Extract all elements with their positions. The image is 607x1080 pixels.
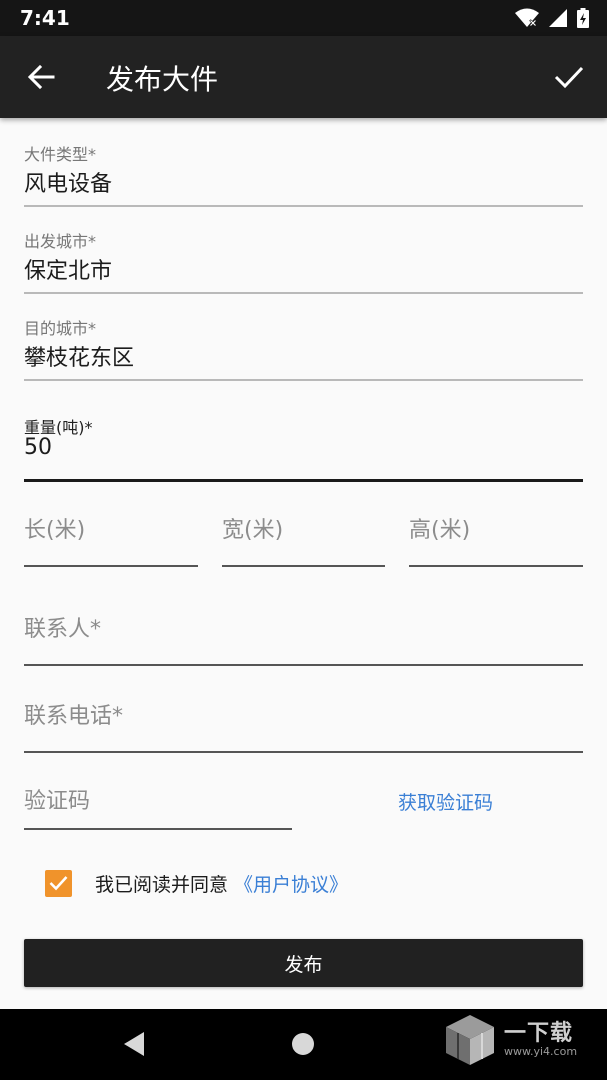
weight-input[interactable]: 重量(吨)* 50 [24, 413, 583, 483]
navigation-bar: 一下载 www.yi4.com [0, 1009, 607, 1080]
length-input[interactable]: 长(米) [24, 512, 85, 544]
origin-city-label: 出发城市* [24, 232, 97, 251]
watermark-url: www.yi4.com [504, 1045, 578, 1058]
length-underline [24, 565, 198, 567]
watermark-title: 一下载 [504, 1021, 574, 1046]
status-time: 7:41 [20, 6, 70, 30]
agreement-checkbox[interactable] [45, 869, 72, 897]
agreement-text: 我已阅读并同意 [95, 873, 229, 896]
status-bar: 7:41 [0, 0, 607, 36]
height-input[interactable]: 高(米) [409, 512, 470, 544]
cargo-type-underline [24, 205, 583, 207]
user-agreement-link[interactable]: 《用户协议》 [234, 870, 348, 897]
watermark-cube-icon [446, 1015, 494, 1065]
contact-phone-input[interactable]: 联系电话* [24, 698, 123, 730]
destination-city-label: 目的城市* [24, 319, 97, 338]
get-code-button[interactable]: 获取验证码 [398, 788, 493, 815]
contact-person-input[interactable]: 联系人* [24, 611, 101, 643]
verification-code-input[interactable]: 验证码 [24, 783, 90, 815]
weight-value: 50 [24, 435, 52, 460]
status-icons [515, 7, 589, 29]
publish-button[interactable]: 发布 [24, 939, 583, 987]
cargo-type-value: 风电设备 [24, 172, 113, 197]
checkmark-icon [49, 876, 68, 891]
destination-city-field[interactable]: 目的城市* 攀枝花东区 [24, 314, 583, 382]
destination-city-underline [24, 379, 583, 381]
destination-city-value: 攀枝花东区 [24, 346, 135, 371]
origin-city-underline [24, 292, 583, 294]
wifi-icon [515, 8, 539, 27]
cargo-type-field[interactable]: 大件类型* 风电设备 [24, 140, 583, 208]
contact-phone-underline [24, 751, 583, 753]
weight-underline [24, 479, 583, 482]
battery-charging-icon [577, 8, 589, 28]
height-underline [409, 565, 583, 567]
origin-city-value: 保定北市 [24, 259, 113, 284]
origin-city-field[interactable]: 出发城市* 保定北市 [24, 227, 583, 295]
page-title: 发布大件 [106, 63, 219, 96]
contact-person-underline [24, 664, 583, 666]
nav-back-icon[interactable] [122, 1031, 146, 1057]
back-button[interactable] [22, 58, 60, 96]
agreement-row: 我已阅读并同意 《用户协议》 [45, 868, 348, 898]
width-input[interactable]: 宽(米) [222, 512, 283, 544]
app-bar: 发布大件 [0, 36, 607, 118]
arrow-left-icon [27, 64, 55, 90]
nav-home-icon[interactable] [292, 1033, 314, 1055]
confirm-button[interactable] [549, 58, 589, 96]
watermark: 一下载 www.yi4.com [444, 1011, 594, 1071]
check-icon [554, 66, 584, 89]
cargo-type-label: 大件类型* [24, 145, 97, 164]
signal-icon [549, 9, 567, 27]
verification-code-underline [24, 828, 292, 830]
width-underline [222, 565, 385, 567]
